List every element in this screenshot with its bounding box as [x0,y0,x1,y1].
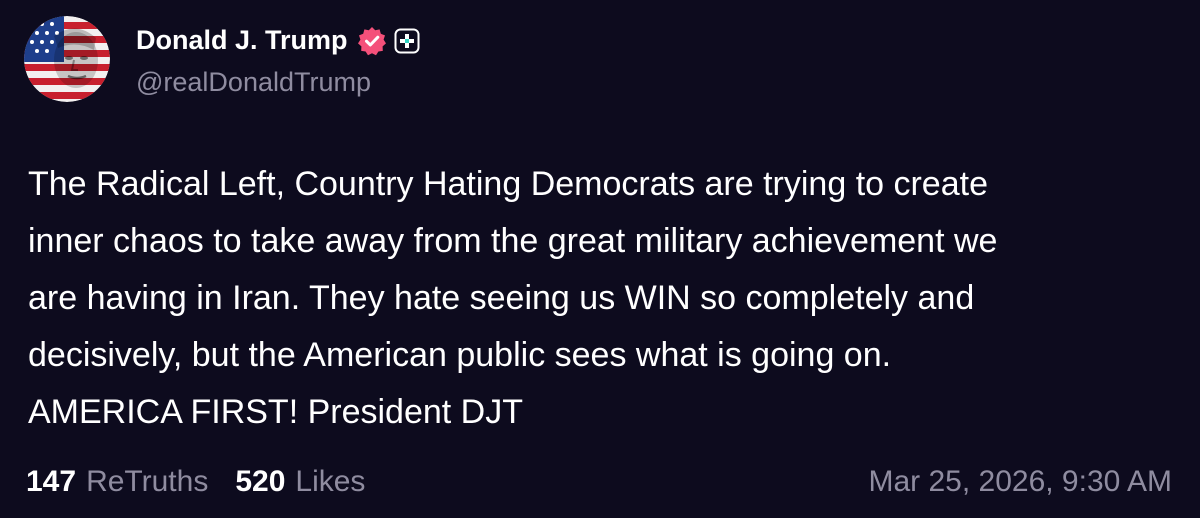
author-handle[interactable]: @realDonaldTrump [136,67,420,98]
verified-check-icon [357,26,387,56]
likes-count: 520 [235,465,286,498]
retruths-stat[interactable]: 147 ReTruths [26,465,208,499]
name-row: Donald J. Trump [136,21,420,61]
retruths-count: 147 [26,465,77,498]
retruths-label: ReTruths [86,465,209,498]
post-footer: 147 ReTruths 520 Likes Mar 25, 2026, 9:3… [26,460,1172,504]
post-card: Donald J. Trump @realDonaldTrump The Rad… [0,0,1200,518]
display-name[interactable]: Donald J. Trump [136,25,348,56]
avatar[interactable] [24,16,110,102]
author-identity: Donald J. Trump @realDonaldTrump [136,21,420,98]
avatar-flag-portrait [24,16,110,102]
post-timestamp[interactable]: Mar 25, 2026, 9:30 AM [868,465,1172,499]
post-header: Donald J. Trump @realDonaldTrump [24,14,420,104]
plus-badge-icon [394,28,420,54]
likes-label: Likes [295,465,366,498]
likes-stat[interactable]: 520 Likes [235,465,365,499]
post-text: The Radical Left, Country Hating Democra… [28,165,998,431]
